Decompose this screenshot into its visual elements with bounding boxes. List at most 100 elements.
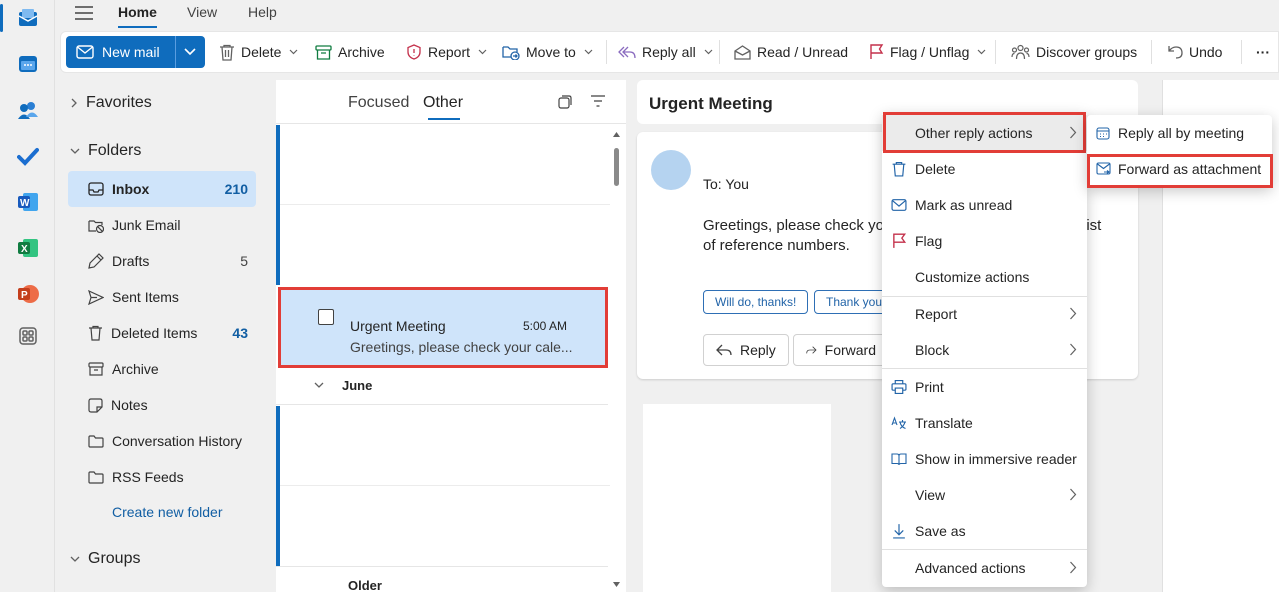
menu-item-translate[interactable]: Translate [882, 405, 1087, 441]
sent-icon [88, 289, 104, 305]
word-app-icon[interactable]: W [14, 188, 42, 216]
tab-other[interactable]: Other [423, 94, 463, 112]
envelope-icon [891, 199, 907, 211]
undo-label: Undo [1189, 44, 1223, 60]
folder-label: Inbox [112, 181, 150, 197]
folder-label: Conversation History [112, 433, 242, 449]
delete-button[interactable]: Delete [219, 36, 298, 68]
reply-label: Reply [740, 342, 776, 358]
menu-item-view[interactable]: View [882, 477, 1087, 513]
menu-item-flag[interactable]: Flag [882, 223, 1087, 259]
folder-item-deleted-items[interactable]: Deleted Items 43 [68, 315, 256, 351]
mail-app-icon[interactable] [14, 4, 42, 32]
create-new-folder-link[interactable]: Create new folder [112, 504, 223, 520]
forward-icon [806, 346, 817, 354]
menu-item-label: Show in immersive reader [915, 451, 1077, 467]
chevron-down-icon [70, 148, 80, 154]
avatar[interactable] [651, 150, 691, 190]
mail-icon [76, 45, 94, 59]
ribbon-divider [995, 40, 996, 64]
folder-item-inbox[interactable]: Inbox 210 [68, 171, 256, 207]
forward-button[interactable]: Forward [793, 334, 889, 366]
folder-item-junk-email[interactable]: Junk Email [68, 207, 256, 243]
groups-section-header[interactable]: Groups [70, 550, 140, 568]
chevron-right-icon [1070, 561, 1077, 574]
more-apps-icon[interactable] [14, 322, 42, 350]
menu-item-report[interactable]: Report [882, 296, 1087, 332]
reply-all-icon [618, 46, 636, 59]
archive-button[interactable]: Archive [315, 36, 385, 68]
scrollbar-thumb[interactable] [614, 148, 619, 186]
list-item-selected[interactable]: Urgent Meeting 5:00 AM Greetings, please… [278, 287, 608, 368]
tab-focused[interactable]: Focused [348, 94, 409, 112]
calendar-app-icon[interactable] [14, 50, 42, 78]
people-app-icon[interactable] [14, 96, 42, 124]
chevron-right-icon [1070, 307, 1077, 320]
todo-app-icon[interactable] [14, 142, 42, 170]
menu-item-mark-unread[interactable]: Mark as unread [882, 187, 1087, 223]
menu-item-label: Advanced actions [915, 560, 1026, 576]
tab-other-underline [428, 118, 460, 120]
favorites-section-header[interactable]: Favorites [70, 94, 152, 112]
reply-all-label: Reply all [642, 44, 696, 60]
discover-groups-label: Discover groups [1036, 44, 1138, 60]
ribbon-divider [606, 40, 607, 64]
powerpoint-app-icon[interactable]: P [14, 280, 42, 308]
menu-item-block[interactable]: Block [882, 332, 1087, 368]
move-to-label: Move to [526, 44, 576, 60]
read-unread-button[interactable]: Read / Unread [734, 36, 848, 68]
folder-item-archive[interactable]: Archive [68, 351, 256, 387]
inbox-icon [88, 182, 104, 196]
filter-icon[interactable] [590, 95, 606, 107]
menu-item-print[interactable]: Print [882, 369, 1087, 405]
folder-item-notes[interactable]: Notes [68, 387, 256, 423]
menu-item-advanced-actions[interactable]: Advanced actions [882, 550, 1087, 586]
menu-item-save-as[interactable]: Save as [882, 513, 1087, 549]
to-label: To: [703, 176, 722, 192]
new-mail-dropdown-button[interactable] [176, 36, 204, 68]
tab-help[interactable]: Help [248, 4, 277, 20]
rail-selection-indicator [0, 4, 3, 32]
notes-icon [88, 397, 103, 413]
folder-item-drafts[interactable]: Drafts 5 [68, 243, 256, 279]
tab-view[interactable]: View [187, 4, 217, 20]
group-header-june[interactable]: June [314, 378, 372, 393]
menu-item-delete[interactable]: Delete [882, 151, 1087, 187]
chevron-right-icon [1070, 343, 1077, 356]
list-scrollbar[interactable] [612, 132, 620, 592]
junk-icon [88, 219, 104, 233]
select-mode-icon[interactable] [558, 95, 572, 109]
folder-item-conversation-history[interactable]: Conversation History [68, 423, 256, 459]
flag-unflag-button[interactable]: Flag / Unflag [869, 36, 986, 68]
top-menu-bar: Home View Help [56, 0, 1279, 28]
quick-reply-will-do[interactable]: Will do, thanks! [703, 290, 809, 314]
group-header-older[interactable]: Older [348, 578, 382, 592]
folder-item-sent-items[interactable]: Sent Items [68, 279, 256, 315]
select-checkbox[interactable] [318, 309, 334, 325]
more-options-button[interactable]: ··· [1256, 36, 1270, 68]
folders-section-header[interactable]: Folders [70, 142, 141, 160]
submenu-item-reply-all-meeting[interactable]: Reply all by meeting [1087, 115, 1272, 151]
hamburger-menu-icon[interactable] [74, 5, 94, 21]
chevron-down-icon [70, 556, 80, 562]
chevron-down-icon [704, 49, 713, 55]
report-label: Report [428, 44, 471, 60]
discover-groups-button[interactable]: Discover groups [1011, 36, 1137, 68]
move-to-button[interactable]: Move to [502, 36, 593, 68]
excel-app-icon[interactable]: X [14, 234, 42, 262]
reply-button[interactable]: Reply [703, 334, 789, 366]
menu-item-immersive-reader[interactable]: Show in immersive reader [882, 441, 1087, 477]
new-mail-button[interactable]: New mail [66, 36, 176, 68]
folder-item-rss-feeds[interactable]: RSS Feeds [68, 459, 256, 495]
draft-count: 5 [240, 253, 248, 269]
new-mail-label: New mail [102, 44, 160, 60]
report-button[interactable]: Report [406, 36, 487, 68]
undo-button[interactable]: Undo [1167, 36, 1222, 68]
menu-item-customize-actions[interactable]: Customize actions [882, 259, 1087, 295]
unread-indicator-bar [276, 406, 280, 566]
tab-home[interactable]: Home [118, 4, 157, 20]
folder-label: RSS Feeds [112, 469, 184, 485]
reply-all-button[interactable]: Reply all [618, 36, 713, 68]
highlight-other-reply-actions [883, 112, 1086, 153]
folder-pane: Favorites Folders Inbox 210 Junk Email D… [56, 80, 268, 592]
